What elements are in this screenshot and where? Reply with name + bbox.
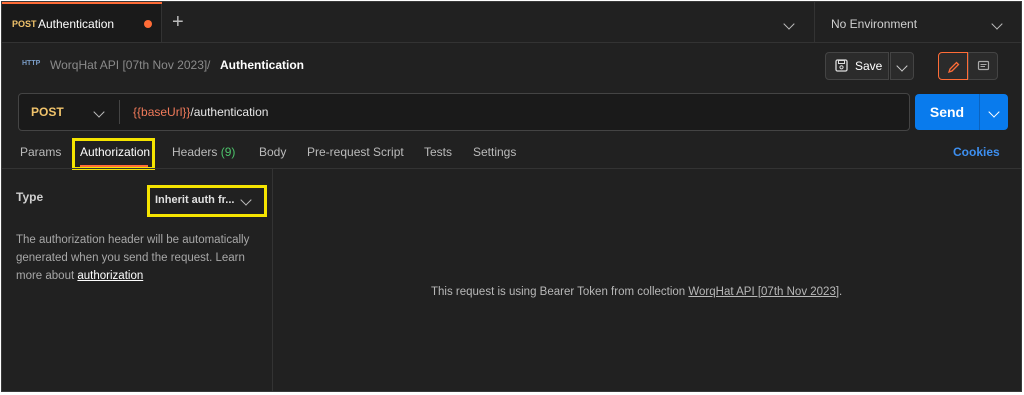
save-button[interactable]: Save xyxy=(825,52,889,80)
auth-settings-panel: Type Inherit auth fr... The authorizatio… xyxy=(2,169,273,391)
breadcrumb-current[interactable]: Authentication xyxy=(220,58,304,72)
save-options-button[interactable] xyxy=(890,52,914,80)
tab-bar: POST Authentication + No Environment xyxy=(2,2,1021,43)
save-icon xyxy=(835,59,848,75)
divider xyxy=(119,100,120,124)
url-path: /authentication xyxy=(190,105,269,119)
tab-body[interactable]: Body xyxy=(259,145,286,159)
chevron-down-icon xyxy=(988,106,1000,118)
headers-count: (9) xyxy=(220,145,236,159)
tabs-dropdown-chevron-icon[interactable] xyxy=(783,16,795,31)
chevron-down-icon xyxy=(896,60,908,72)
environment-selector[interactable]: No Environment xyxy=(814,2,1021,42)
url-input[interactable]: {{baseUrl}}/authentication xyxy=(133,105,268,119)
postman-window: POST Authentication + No Environment HTT… xyxy=(1,1,1022,392)
auth-type-select[interactable]: Inherit auth fr... xyxy=(155,194,234,206)
chevron-down-icon[interactable] xyxy=(240,192,252,207)
tab-settings[interactable]: Settings xyxy=(473,145,516,159)
auth-info-text: This request is using Bearer Token from … xyxy=(431,286,686,298)
send-options-button[interactable] xyxy=(979,94,1008,130)
url-bar: POST {{baseUrl}}/authentication xyxy=(18,93,910,131)
auth-info-message: This request is using Bearer Token from … xyxy=(431,286,842,298)
edit-icon[interactable] xyxy=(938,52,968,80)
tab-headers-label: Headers xyxy=(172,145,218,159)
tab-tests[interactable]: Tests xyxy=(424,145,452,159)
request-tab[interactable]: POST Authentication xyxy=(2,2,162,42)
active-tab-indicator xyxy=(2,2,162,4)
http-icon: HTTP xyxy=(22,60,41,67)
environment-label: No Environment xyxy=(831,17,918,31)
auth-description: The authorization header will be automat… xyxy=(16,231,264,285)
comments-icon[interactable] xyxy=(968,52,998,80)
unsaved-dot-icon xyxy=(144,20,152,28)
tab-headers[interactable]: Headers (9) xyxy=(172,145,235,159)
breadcrumb-collection[interactable]: WorqHat API [07th Nov 2023] xyxy=(50,58,207,72)
tab-prerequest-script[interactable]: Pre-request Script xyxy=(307,145,404,159)
auth-info-suffix: . xyxy=(839,286,843,298)
send-button[interactable]: Send xyxy=(915,94,979,130)
cookies-link[interactable]: Cookies xyxy=(953,145,1000,159)
tab-title: Authentication xyxy=(38,17,115,31)
tab-params[interactable]: Params xyxy=(20,145,61,159)
authorization-learn-link[interactable]: authorization xyxy=(77,270,143,282)
tab-method: POST xyxy=(12,19,37,29)
save-label: Save xyxy=(855,59,883,73)
method-select[interactable]: POST xyxy=(31,105,64,119)
url-variable: {{baseUrl}} xyxy=(133,105,191,119)
chevron-down-icon xyxy=(991,16,1003,31)
chevron-down-icon[interactable] xyxy=(93,104,105,119)
type-label: Type xyxy=(16,190,44,204)
collection-link[interactable]: WorqHat API [07th Nov 2023] xyxy=(688,286,839,298)
new-tab-button[interactable]: + xyxy=(172,12,184,32)
breadcrumb-separator: / xyxy=(207,58,211,72)
active-tab-underline xyxy=(80,165,148,167)
